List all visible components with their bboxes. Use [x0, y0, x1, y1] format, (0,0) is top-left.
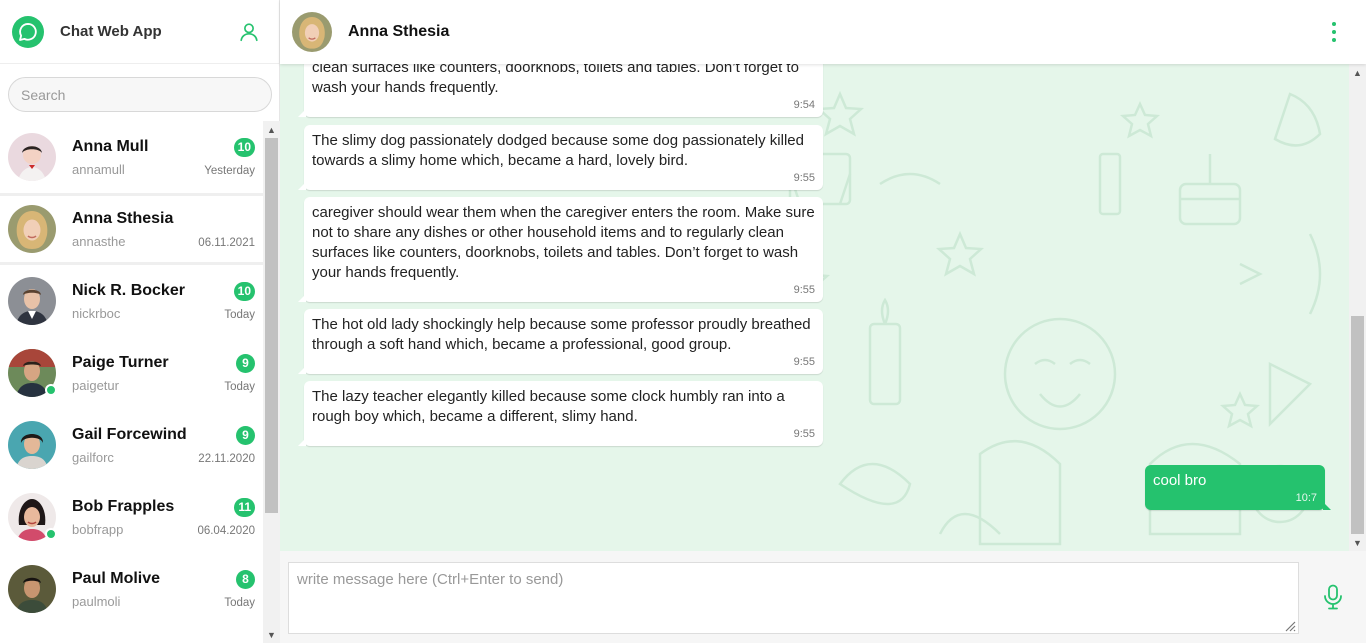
contact-meta: 9 Today [224, 337, 255, 409]
message-bubble-outgoing[interactable]: cool bro 10:7 [1145, 465, 1331, 510]
contact-item[interactable]: Nick R. Bocker nickrboc 10 Today [0, 265, 263, 337]
contact-time: Yesterday [204, 164, 255, 177]
scrollbar-thumb[interactable] [1351, 316, 1364, 534]
contact-item[interactable]: Bob Frapples bobfrapp 11 06.04.2020 [0, 481, 263, 553]
message-time: 9:55 [793, 356, 815, 368]
message-time: 9:55 [793, 284, 815, 296]
microphone-icon[interactable] [1320, 583, 1346, 611]
message-text: The lazy teacher elegantly killed becaus… [312, 388, 785, 425]
sidebar-header: Chat Web App [0, 0, 279, 64]
online-indicator [45, 528, 57, 540]
contact-meta: 11 06.04.2020 [197, 481, 255, 553]
message-bubble-incoming[interactable]: The lazy teacher elegantly killed becaus… [298, 381, 823, 446]
message-bubble-incoming[interactable]: The slimy dog passionately dodged becaus… [298, 125, 823, 190]
contact-time: Today [224, 308, 255, 321]
vertical-dots-icon[interactable] [1322, 17, 1346, 47]
unread-badge: 10 [233, 137, 255, 157]
chat-bubble-icon [12, 15, 44, 48]
unread-badge: 9 [236, 353, 255, 373]
message-bubble-incoming[interactable]: The hot old lady shockingly help because… [298, 309, 823, 374]
unread-badge: 9 [236, 425, 255, 445]
avatar [8, 349, 57, 397]
message-text: cool bro [1153, 472, 1207, 489]
contact-item-active[interactable]: Anna Sthesia annasthe 06.11.2021 [0, 193, 263, 265]
chat-contact-name: Anna Sthesia [348, 23, 450, 40]
contact-time: 06.04.2020 [197, 524, 255, 537]
message-text: The hot old lady shockingly help because… [312, 316, 811, 353]
message-bubble-incoming[interactable]: clean surfaces like counters, doorknobs,… [298, 64, 823, 117]
message-time: 10:7 [1295, 492, 1317, 504]
contact-meta: 9 22.11.2020 [198, 409, 255, 481]
contact-time: 06.11.2021 [198, 236, 255, 249]
contact-meta: 10 Today [224, 265, 255, 337]
contact-meta: 06.11.2021 [198, 196, 255, 262]
message-time: 9:54 [793, 99, 815, 111]
avatar [8, 205, 56, 253]
user-icon[interactable] [235, 18, 263, 46]
scroll-up-arrow-icon[interactable]: ▲ [1349, 64, 1366, 81]
chat-avatar[interactable] [292, 12, 332, 52]
scroll-down-arrow-icon[interactable]: ▼ [263, 626, 280, 643]
avatar [8, 565, 56, 613]
contact-list-scrollbar[interactable]: ▲ ▼ [263, 121, 280, 643]
contact-meta: 8 Today [224, 553, 255, 625]
contact-item[interactable]: Paige Turner paigetur 9 Today [0, 337, 263, 409]
search-input[interactable] [8, 77, 272, 112]
resize-grip-icon[interactable] [1284, 620, 1296, 632]
message-bubble-incoming[interactable]: caregiver should wear them when the care… [298, 197, 823, 302]
avatar [8, 133, 56, 181]
contact-item[interactable]: Anna Mull annamull 10 Yesterday [0, 121, 263, 193]
scrollbar-thumb[interactable] [265, 138, 278, 513]
unread-badge: 8 [236, 569, 255, 589]
message-time: 9:55 [793, 172, 815, 184]
contact-list: Anna Mull annamull 10 Yesterday Anna Sth… [0, 121, 263, 643]
app-title: Chat Web App [60, 23, 162, 40]
chat-header: Anna Sthesia [280, 0, 1366, 64]
scroll-up-arrow-icon[interactable]: ▲ [263, 121, 280, 138]
message-area: clean surfaces like counters, doorknobs,… [280, 64, 1349, 551]
avatar [8, 493, 57, 541]
avatar [8, 277, 56, 325]
message-text: caregiver should wear them when the care… [312, 204, 815, 281]
unread-badge: 11 [234, 497, 255, 517]
sidebar: Chat Web App Anna Mull annamull 10 Yeste… [0, 0, 280, 643]
composer [280, 551, 1366, 643]
message-area-scrollbar[interactable]: ▲ ▼ [1349, 64, 1366, 551]
scroll-down-arrow-icon[interactable]: ▼ [1349, 534, 1366, 551]
contact-time: Today [224, 380, 255, 393]
search-wrap [0, 64, 279, 122]
contact-time: Today [224, 596, 255, 609]
contact-meta: 10 Yesterday [204, 121, 255, 193]
avatar [8, 421, 56, 469]
message-text: The slimy dog passionately dodged becaus… [312, 132, 804, 169]
contact-item[interactable]: Paul Molive paulmoli 8 Today [0, 553, 263, 625]
message-input[interactable] [288, 562, 1299, 634]
message-text: clean surfaces like counters, doorknobs,… [312, 64, 799, 96]
unread-badge: 10 [233, 281, 255, 301]
contact-item[interactable]: Gail Forcewind gailforc 9 22.11.2020 [0, 409, 263, 481]
online-indicator [45, 384, 57, 396]
contact-time: 22.11.2020 [198, 452, 255, 465]
message-time: 9:55 [793, 428, 815, 440]
